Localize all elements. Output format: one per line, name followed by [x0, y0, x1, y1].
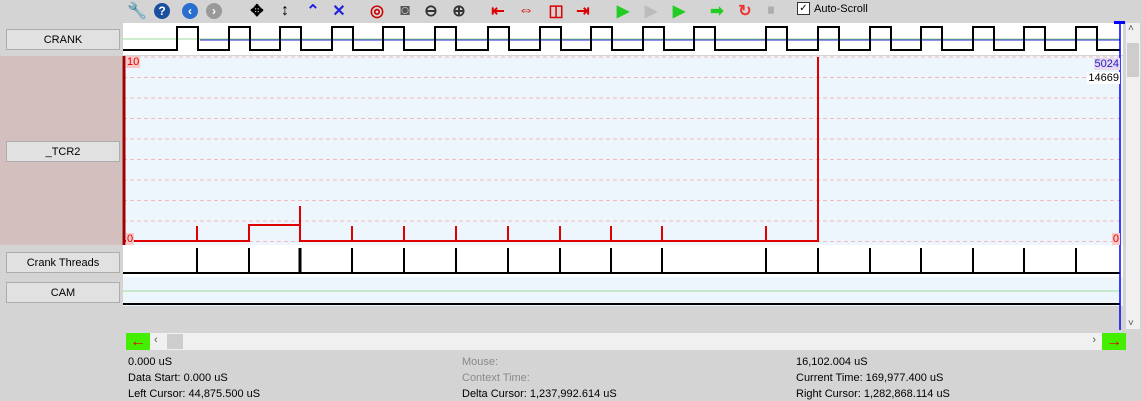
scroll-right-arrow-button[interactable]: → [1102, 333, 1126, 350]
data-start: Data Start: 0.000 uS [128, 372, 228, 384]
scroll-left-icon[interactable]: ‹ [154, 334, 158, 346]
start-time: 0.000 uS [128, 356, 173, 368]
tcr2-right-max: 5024 [1093, 58, 1120, 70]
scroll-left-arrow-button[interactable]: ← [126, 333, 150, 350]
left-cursor: Left Cursor: 44,875.500 uS [128, 388, 261, 400]
mouse-readout: Mouse: [462, 356, 499, 368]
h-scroll-thumb[interactable] [167, 334, 183, 349]
tcr2-right-value: 14669 [1087, 72, 1120, 84]
tcr2-right-min: 0 [1111, 233, 1120, 245]
scroll-right-icon[interactable]: › [1092, 334, 1096, 346]
right-cursor-handle [1114, 21, 1125, 24]
vertical-scrollbar[interactable]: ˄ ˅ [1126, 23, 1140, 329]
waveform-plot[interactable] [0, 0, 1142, 331]
tcr2-max-label: 10 [126, 56, 141, 68]
end-time: 16,102.004 uS [796, 356, 868, 368]
tcr2-min-label: 0 [126, 233, 135, 245]
current-time: Current Time: 169,977.400 uS [796, 372, 944, 384]
scroll-down-icon[interactable]: ˅ [1128, 318, 1134, 329]
delta-cursor: Delta Cursor: 1,237,992.614 uS [462, 388, 617, 400]
context-time: Context Time: [462, 372, 530, 384]
scroll-thumb[interactable] [1127, 43, 1139, 77]
scroll-up-icon[interactable]: ˄ [1128, 23, 1134, 34]
right-cursor: Right Cursor: 1,282,868.114 uS [796, 388, 950, 400]
horizontal-scrollbar[interactable]: ‹ › [150, 333, 1102, 350]
tcr2-bg [123, 56, 1123, 245]
